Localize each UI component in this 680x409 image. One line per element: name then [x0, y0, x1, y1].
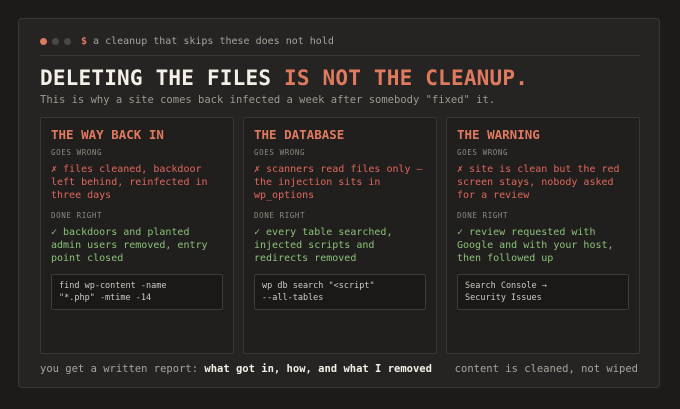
terminal-window: $ a cleanup that skips these does not ho…: [18, 18, 660, 388]
headline-accent: IS NOT THE CLEANUP.: [284, 66, 529, 90]
window-dot-icon: [40, 37, 47, 45]
card-title: THE DATABASE: [254, 127, 345, 142]
done-right-label: DONE RIGHT: [51, 211, 103, 220]
done-right-text: ✓ every table searched, injected scripts…: [254, 227, 393, 264]
goes-wrong-text: ✗ scanners read files only — the injecti…: [254, 164, 423, 201]
card-database: THE DATABASE GOES WRONG ✗ scanners read …: [243, 117, 437, 354]
goes-wrong-label: GOES WRONG: [51, 148, 103, 157]
done-right-label: DONE RIGHT: [457, 211, 509, 220]
window-dot-icon: [64, 37, 71, 45]
footer-content-note: content is cleaned, not wiped: [454, 363, 638, 375]
window-titlebar: $ a cleanup that skips these does not ho…: [40, 34, 640, 48]
prompt-symbol: $: [81, 35, 88, 47]
done-right-label: DONE RIGHT: [254, 211, 306, 220]
page-subtitle: This is why a site comes back infected a…: [40, 94, 496, 106]
card-warning: THE WARNING GOES WRONG ✗ site is clean b…: [446, 117, 640, 354]
footer-prefix: you get a written report:: [40, 363, 205, 375]
footer-highlight: what got in, how, and what I removed: [204, 363, 432, 375]
page-title: DELETING THE FILES IS NOT THE CLEANUP.: [40, 66, 528, 90]
done-right-text: ✓ backdoors and planted admin users remo…: [51, 227, 208, 264]
goes-wrong-text: ✗ site is clean but the red screen stays…: [457, 164, 620, 201]
goes-wrong-label: GOES WRONG: [457, 148, 509, 157]
code-snippet: Search Console → Security Issues: [457, 274, 629, 310]
card-title: THE WARNING: [457, 127, 540, 142]
card-way-back-in: THE WAY BACK IN GOES WRONG ✗ files clean…: [40, 117, 234, 354]
window-dot-icon: [52, 37, 59, 45]
headline-lead: DELETING THE FILES: [40, 66, 285, 90]
code-snippet: wp db search "<script" --all-tables: [254, 274, 426, 310]
goes-wrong-text: ✗ files cleaned, backdoor left behind, r…: [51, 164, 208, 201]
divider: [40, 55, 640, 56]
goes-wrong-label: GOES WRONG: [254, 148, 306, 157]
done-right-text: ✓ review requested with Google and with …: [457, 227, 614, 264]
window-command: a cleanup that skips these does not hold: [93, 35, 334, 47]
card-title: THE WAY BACK IN: [51, 127, 164, 142]
footer-report-note: you get a written report: what got in, h…: [40, 363, 432, 375]
code-snippet: find wp-content -name "*.php" -mtime -14: [51, 274, 223, 310]
